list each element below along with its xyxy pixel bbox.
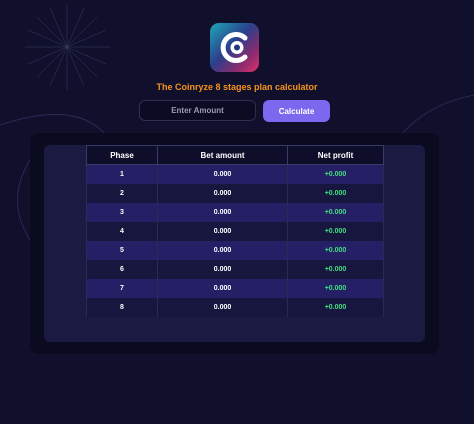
phase-cell: 1 (86, 164, 158, 184)
net-profit-cell: +0.000 (287, 222, 384, 241)
phase-cell: 2 (86, 184, 158, 203)
bet-amount-cell: 0.000 (157, 184, 288, 203)
phase-cell: 7 (86, 279, 158, 298)
header-bet-amount: Bet amount (157, 145, 288, 165)
table-row: 7 0.000 +0.000 (86, 279, 384, 298)
bet-amount-cell: 0.000 (157, 279, 288, 298)
table-header-row: Phase Bet amount Net profit (86, 145, 384, 165)
bet-amount-cell: 0.000 (157, 241, 288, 260)
coinryze-logo-icon (210, 23, 259, 72)
page-title: The Coinryze 8 stages plan calculator (156, 82, 318, 92)
calculate-button[interactable]: Calculate (263, 100, 330, 122)
net-profit-cell: +0.000 (287, 203, 384, 222)
table-row: 6 0.000 +0.000 (86, 260, 384, 279)
phase-cell: 6 (86, 260, 158, 279)
phase-cell: 8 (86, 298, 158, 317)
net-profit-cell: +0.000 (287, 260, 384, 279)
header-net-profit: Net profit (287, 145, 384, 165)
net-profit-cell: +0.000 (287, 241, 384, 260)
bet-amount-cell: 0.000 (157, 298, 288, 317)
table-row: 3 0.000 +0.000 (86, 203, 384, 222)
starburst-decoration (25, 5, 110, 90)
amount-input[interactable] (139, 100, 256, 121)
table-row: 4 0.000 +0.000 (86, 222, 384, 241)
bet-amount-cell: 0.000 (157, 164, 288, 184)
header-phase: Phase (86, 145, 158, 165)
bet-amount-cell: 0.000 (157, 203, 288, 222)
phase-cell: 5 (86, 241, 158, 260)
table-row: 8 0.000 +0.000 (86, 298, 384, 317)
net-profit-cell: +0.000 (287, 298, 384, 317)
table-row: 2 0.000 +0.000 (86, 184, 384, 203)
phase-cell: 3 (86, 203, 158, 222)
phase-cell: 4 (86, 222, 158, 241)
net-profit-cell: +0.000 (287, 164, 384, 184)
net-profit-cell: +0.000 (287, 184, 384, 203)
table-row: 1 0.000 +0.000 (86, 164, 384, 184)
net-profit-cell: +0.000 (287, 279, 384, 298)
table-row: 5 0.000 +0.000 (86, 241, 384, 260)
plan-table: Phase Bet amount Net profit 1 0.000 +0.0… (86, 145, 384, 317)
bet-amount-cell: 0.000 (157, 222, 288, 241)
bet-amount-cell: 0.000 (157, 260, 288, 279)
